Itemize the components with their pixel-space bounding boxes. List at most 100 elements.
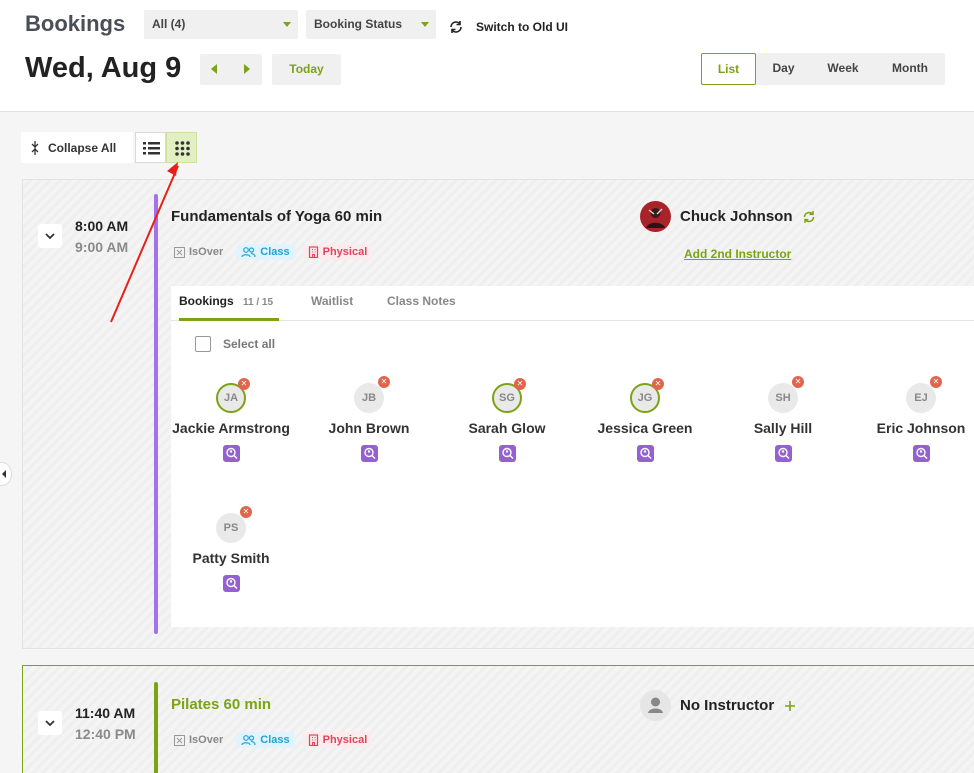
page-title: Bookings — [25, 11, 126, 36]
today-button[interactable]: Today — [272, 54, 341, 85]
booking-status-label: Booking Status — [314, 17, 403, 31]
default-avatar-icon — [640, 690, 671, 721]
member-avatar: JA ✕ — [216, 378, 250, 413]
filter-all-label: All (4) — [152, 17, 186, 31]
class-name[interactable]: Fundamentals of Yoga 60 min — [171, 208, 382, 225]
chevron-left-icon — [2, 470, 6, 478]
swap-instructor-icon[interactable] — [802, 210, 816, 224]
session-card — [22, 665, 974, 773]
member-profile-icon[interactable] — [636, 445, 654, 462]
member-profile-icon[interactable] — [912, 445, 930, 462]
session-tags: IsOver Class Physical — [174, 732, 373, 748]
member-name: Jessica Green — [597, 420, 693, 436]
booking-card[interactable]: SH ✕ Sally Hill — [718, 376, 848, 462]
booking-status-dropdown[interactable]: Booking Status — [306, 10, 436, 39]
session-start-time: 8:00 AM — [75, 218, 129, 234]
prev-arrow-icon[interactable] — [211, 64, 217, 74]
tab-waitlist[interactable]: Waitlist — [311, 294, 353, 308]
booking-card[interactable]: JG ✕ Jessica Green — [580, 378, 710, 462]
plus-icon[interactable] — [783, 699, 797, 713]
member-profile-icon[interactable] — [774, 445, 792, 462]
users-icon — [241, 246, 256, 257]
panel-tabs: Bookings 11 / 15 Waitlist Class Notes — [171, 286, 974, 321]
instructor-name: No Instructor — [680, 697, 775, 714]
isover-icon — [174, 734, 185, 746]
chevron-down-icon — [421, 22, 429, 27]
list-icon — [143, 142, 160, 155]
collapse-all-button[interactable]: Collapse All — [21, 132, 133, 163]
chevron-down-icon — [283, 22, 291, 27]
grid-icon — [175, 141, 190, 156]
member-profile-icon[interactable] — [222, 445, 240, 462]
booking-card[interactable]: EJ ✕ Eric Johnson — [856, 376, 974, 462]
physical-tag: Physical — [302, 244, 373, 260]
select-all-label: Select all — [223, 337, 276, 351]
current-date: Wed, Aug 9 — [25, 52, 182, 84]
member-avatar: SG ✕ — [492, 378, 526, 413]
remove-booking-icon[interactable]: ✕ — [930, 376, 942, 388]
add-second-instructor-link[interactable]: Add 2nd Instructor — [684, 247, 791, 261]
member-avatar: JB ✕ — [354, 376, 390, 413]
member-name: John Brown — [328, 420, 410, 436]
view-day-button[interactable]: Day — [756, 53, 811, 85]
tab-bookings[interactable]: Bookings 11 / 15 — [179, 294, 273, 308]
switch-old-ui-label: Switch to Old UI — [476, 20, 568, 34]
instructor[interactable]: Chuck Johnson — [640, 201, 816, 232]
booking-card[interactable]: SG ✕ Sarah Glow — [442, 378, 572, 462]
member-profile-icon[interactable] — [222, 575, 240, 592]
tab-class-notes[interactable]: Class Notes — [387, 294, 456, 308]
view-week-button[interactable]: Week — [811, 53, 875, 85]
member-avatar: JG ✕ — [630, 378, 664, 413]
collapse-all-label: Collapse All — [48, 140, 117, 155]
session-start-time: 11:40 AM — [75, 705, 136, 721]
grid-view-toggle[interactable] — [166, 132, 197, 163]
switch-old-ui-button[interactable]: Switch to Old UI — [448, 20, 568, 34]
view-switcher: List Day Week Month — [701, 53, 945, 85]
instructor-name: Chuck Johnson — [680, 208, 793, 225]
remove-booking-icon[interactable]: ✕ — [378, 376, 390, 388]
page-header: Bookings All (4) Booking Status Switch t… — [0, 0, 974, 112]
users-icon — [241, 734, 256, 745]
refresh-icon — [450, 21, 462, 33]
member-name: Jackie Armstrong — [172, 420, 290, 436]
isover-tag: IsOver — [174, 732, 228, 748]
member-name: Patty Smith — [192, 550, 270, 566]
view-list-button[interactable]: List — [701, 53, 756, 85]
instructor[interactable]: No Instructor — [640, 690, 797, 721]
remove-booking-icon[interactable]: ✕ — [240, 506, 252, 518]
view-month-button[interactable]: Month — [875, 53, 945, 85]
building-icon — [308, 246, 318, 258]
filter-all-dropdown[interactable]: All (4) — [144, 10, 298, 39]
expand-toggle[interactable] — [38, 224, 62, 248]
member-name: Sally Hill — [753, 420, 813, 436]
booking-card[interactable]: JA ✕ Jackie Armstrong — [166, 378, 296, 462]
select-all[interactable]: Select all — [195, 336, 275, 352]
chevron-down-icon — [45, 233, 55, 240]
booking-card[interactable]: PS ✕ Patty Smith — [166, 506, 296, 592]
session-tags: IsOver Class Physical — [174, 244, 373, 260]
remove-booking-icon[interactable]: ✕ — [514, 378, 526, 390]
session-color-bar — [154, 194, 158, 634]
next-arrow-icon[interactable] — [244, 64, 250, 74]
expand-toggle[interactable] — [38, 711, 62, 735]
session-end-time: 9:00 AM — [75, 239, 129, 255]
list-view-toggle[interactable] — [135, 132, 166, 163]
remove-booking-icon[interactable]: ✕ — [652, 378, 664, 390]
class-name[interactable]: Pilates 60 min — [171, 696, 271, 713]
member-name: Sarah Glow — [468, 420, 546, 436]
active-tab-indicator — [179, 318, 279, 321]
date-nav-buttons[interactable] — [200, 54, 262, 85]
chevron-down-icon — [45, 720, 55, 727]
isover-icon — [174, 246, 185, 258]
physical-tag: Physical — [302, 732, 373, 748]
member-profile-icon[interactable] — [360, 445, 378, 462]
select-all-checkbox[interactable] — [195, 336, 211, 352]
remove-booking-icon[interactable]: ✕ — [792, 376, 804, 388]
member-avatar: SH ✕ — [768, 376, 804, 413]
sidebar-toggle[interactable] — [0, 462, 12, 486]
remove-booking-icon[interactable]: ✕ — [238, 378, 250, 390]
bookings-panel: Bookings 11 / 15 Waitlist Class Notes Se… — [171, 286, 974, 627]
member-profile-icon[interactable] — [498, 445, 516, 462]
instructor-avatar — [640, 201, 671, 232]
booking-card[interactable]: JB ✕ John Brown — [304, 376, 434, 462]
